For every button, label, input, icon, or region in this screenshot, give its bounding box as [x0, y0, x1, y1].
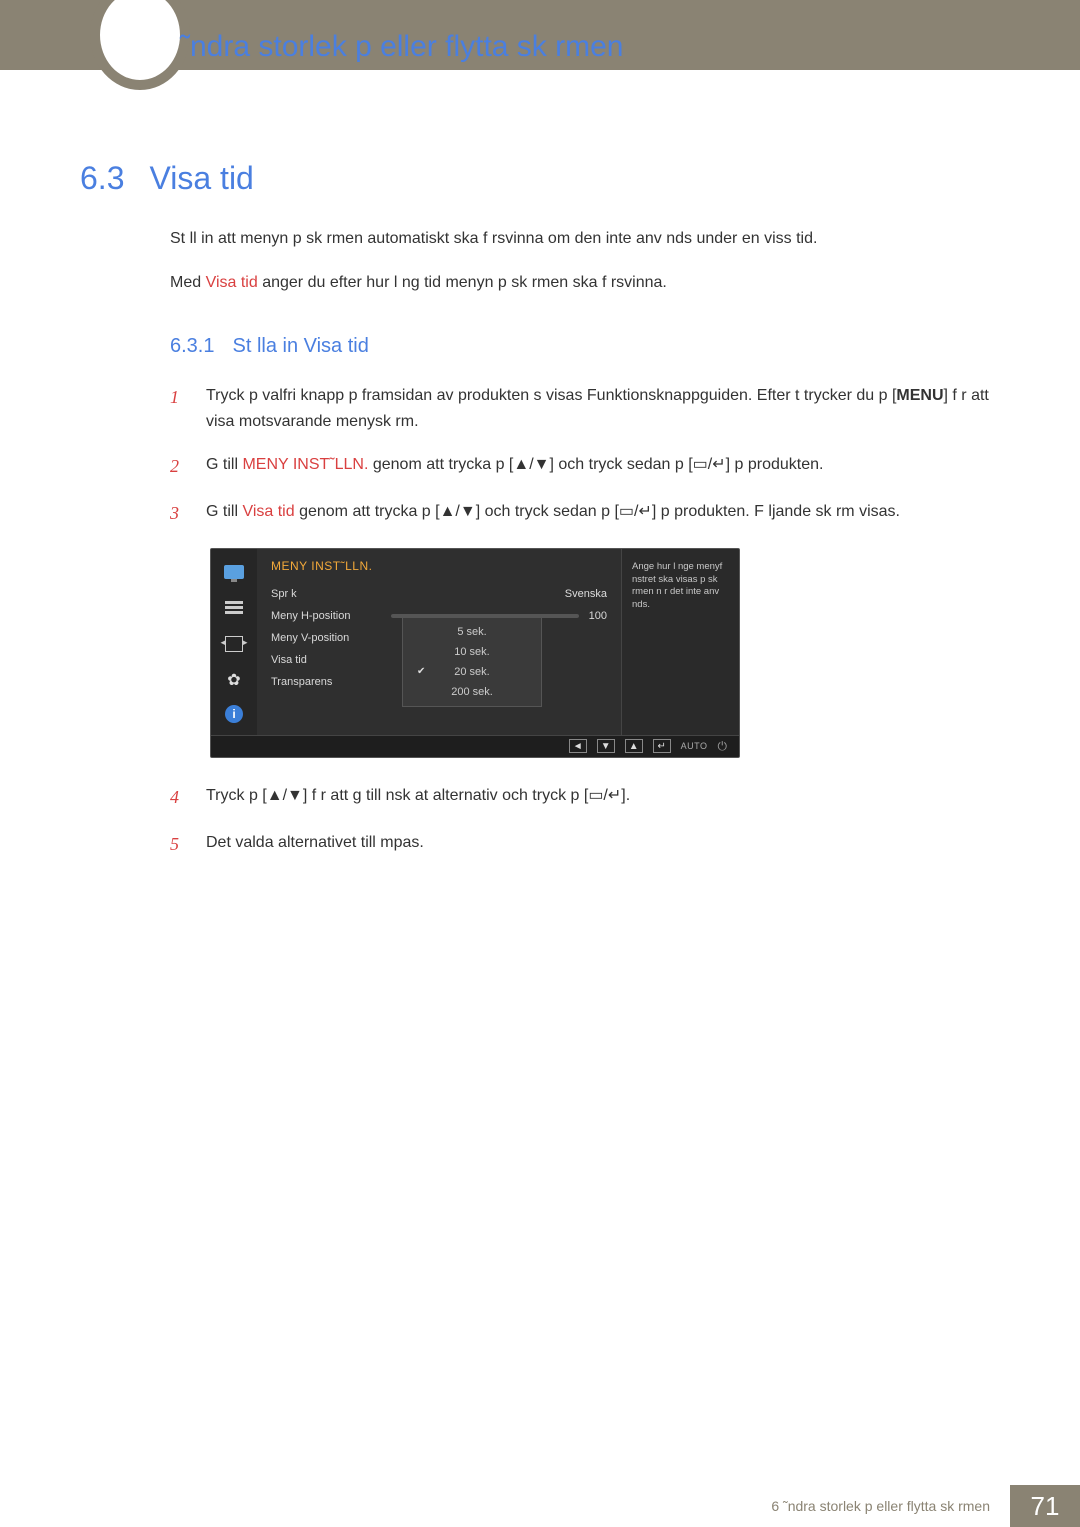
up-icon: ▲ — [625, 739, 643, 753]
step-body: Tryck p [▲/▼] f r att g till nsk at alte… — [206, 783, 1000, 809]
step-number: 3 — [170, 499, 184, 528]
footer-chapter-text: 6 ˜ndra storlek p eller flytta sk rmen — [771, 1485, 1010, 1527]
nav-enter-icon: ▭/↵ — [619, 503, 652, 520]
resize-icon — [222, 633, 246, 655]
subsection-title: St lla in Visa tid — [232, 335, 368, 358]
section-heading: 6.3 Visa tid — [80, 160, 1000, 197]
steps-list-continued: 4 Tryck p [▲/▼] f r att g till nsk at al… — [170, 783, 1000, 859]
step-1: 1 Tryck p valfri knapp p framsidan av pr… — [170, 383, 1000, 434]
step-3: 3 G till Visa tid genom att trycka p [▲/… — [170, 499, 1000, 528]
osd-option-selected: 20 sek. — [403, 662, 541, 682]
list-icon — [222, 597, 246, 619]
osd-label: Meny H-position — [271, 610, 391, 622]
step-body: G till Visa tid genom att trycka p [▲/▼]… — [206, 499, 1000, 525]
nav-enter-icon: ▭/↵ — [693, 456, 726, 473]
steps-list: 1 Tryck p valfri knapp p framsidan av pr… — [170, 383, 1000, 528]
osd-label: Meny V-position — [271, 632, 391, 644]
osd-window: ✿ i MENY INST˜LLN. Spr k Svenska Meny H-… — [210, 548, 740, 758]
osd-help-text: Ange hur l nge menyf nstret ska visas p … — [621, 549, 739, 735]
page-footer: 6 ˜ndra storlek p eller flytta sk rmen 7… — [0, 1485, 1080, 1527]
step-body: Tryck p valfri knapp p framsidan av prod… — [206, 383, 1000, 434]
down-icon: ▼ — [597, 739, 615, 753]
gear-icon: ✿ — [222, 669, 246, 691]
info-icon: i — [225, 705, 243, 723]
section-intro: St ll in att menyn p sk rmen automatiskt… — [170, 227, 1000, 295]
osd-option: 5 sek. — [403, 622, 541, 642]
step-2: 2 G till MENY INST˜LLN. genom att trycka… — [170, 452, 1000, 481]
section-title: Visa tid — [149, 160, 253, 197]
osd-screenshot: ✿ i MENY INST˜LLN. Spr k Svenska Meny H-… — [210, 548, 1000, 758]
osd-main-panel: MENY INST˜LLN. Spr k Svenska Meny H-posi… — [257, 549, 621, 735]
chapter-badge-icon — [90, 0, 190, 90]
menu-button-label: MENU — [896, 387, 943, 404]
step-body: Det valda alternativet till mpas. — [206, 830, 1000, 856]
auto-label: AUTO — [681, 741, 708, 751]
section-number: 6.3 — [80, 160, 124, 197]
subsection-number: 6.3.1 — [170, 335, 214, 358]
osd-option: 10 sek. — [403, 642, 541, 662]
osd-row-sprak: Spr k Svenska — [271, 583, 607, 605]
updown-icon: ▲/▼ — [440, 503, 476, 520]
step-number: 1 — [170, 383, 184, 412]
subsection-heading: 6.3.1 St lla in Visa tid — [170, 335, 1000, 358]
nav-enter-icon: ▭/↵ — [588, 787, 621, 804]
intro-line-1: St ll in att menyn p sk rmen automatiskt… — [170, 227, 1000, 251]
footer-page-number: 71 — [1010, 1485, 1080, 1527]
keyword-meny-installn: MENY INST˜LLN. — [242, 456, 368, 473]
osd-label: Visa tid — [271, 654, 391, 666]
content-area: 6.3 Visa tid St ll in att menyn p sk rme… — [80, 160, 1000, 876]
step-number: 4 — [170, 783, 184, 812]
osd-value: 100 — [589, 610, 607, 622]
power-icon: ⏻ — [718, 739, 728, 754]
osd-sidebar: ✿ i — [211, 549, 257, 735]
intro-line-2: Med Visa tid anger du efter hur l ng tid… — [170, 271, 1000, 295]
osd-heading: MENY INST˜LLN. — [271, 559, 607, 573]
osd-option: 200 sek. — [403, 682, 541, 702]
osd-label: Spr k — [271, 588, 391, 600]
step-number: 2 — [170, 452, 184, 481]
osd-dropdown: 5 sek. 10 sek. 20 sek. 200 sek. — [402, 617, 542, 707]
picture-icon — [222, 561, 246, 583]
left-icon: ◄ — [569, 739, 587, 753]
step-5: 5 Det valda alternativet till mpas. — [170, 830, 1000, 859]
keyword-visa-tid: Visa tid — [206, 274, 258, 291]
chapter-title: ˜ndra storlek p eller flytta sk rmen — [180, 30, 623, 64]
osd-bottom-bar: ◄ ▼ ▲ ↵ AUTO ⏻ — [211, 735, 739, 757]
updown-icon: ▲/▼ — [267, 787, 303, 804]
enter-icon: ↵ — [653, 739, 671, 753]
osd-value: Svenska — [391, 588, 607, 600]
step-number: 5 — [170, 830, 184, 859]
step-body: G till MENY INST˜LLN. genom att trycka p… — [206, 452, 1000, 478]
step-4: 4 Tryck p [▲/▼] f r att g till nsk at al… — [170, 783, 1000, 812]
osd-label: Transparens — [271, 676, 391, 688]
updown-icon: ▲/▼ — [513, 456, 549, 473]
keyword-visa-tid: Visa tid — [242, 503, 294, 520]
